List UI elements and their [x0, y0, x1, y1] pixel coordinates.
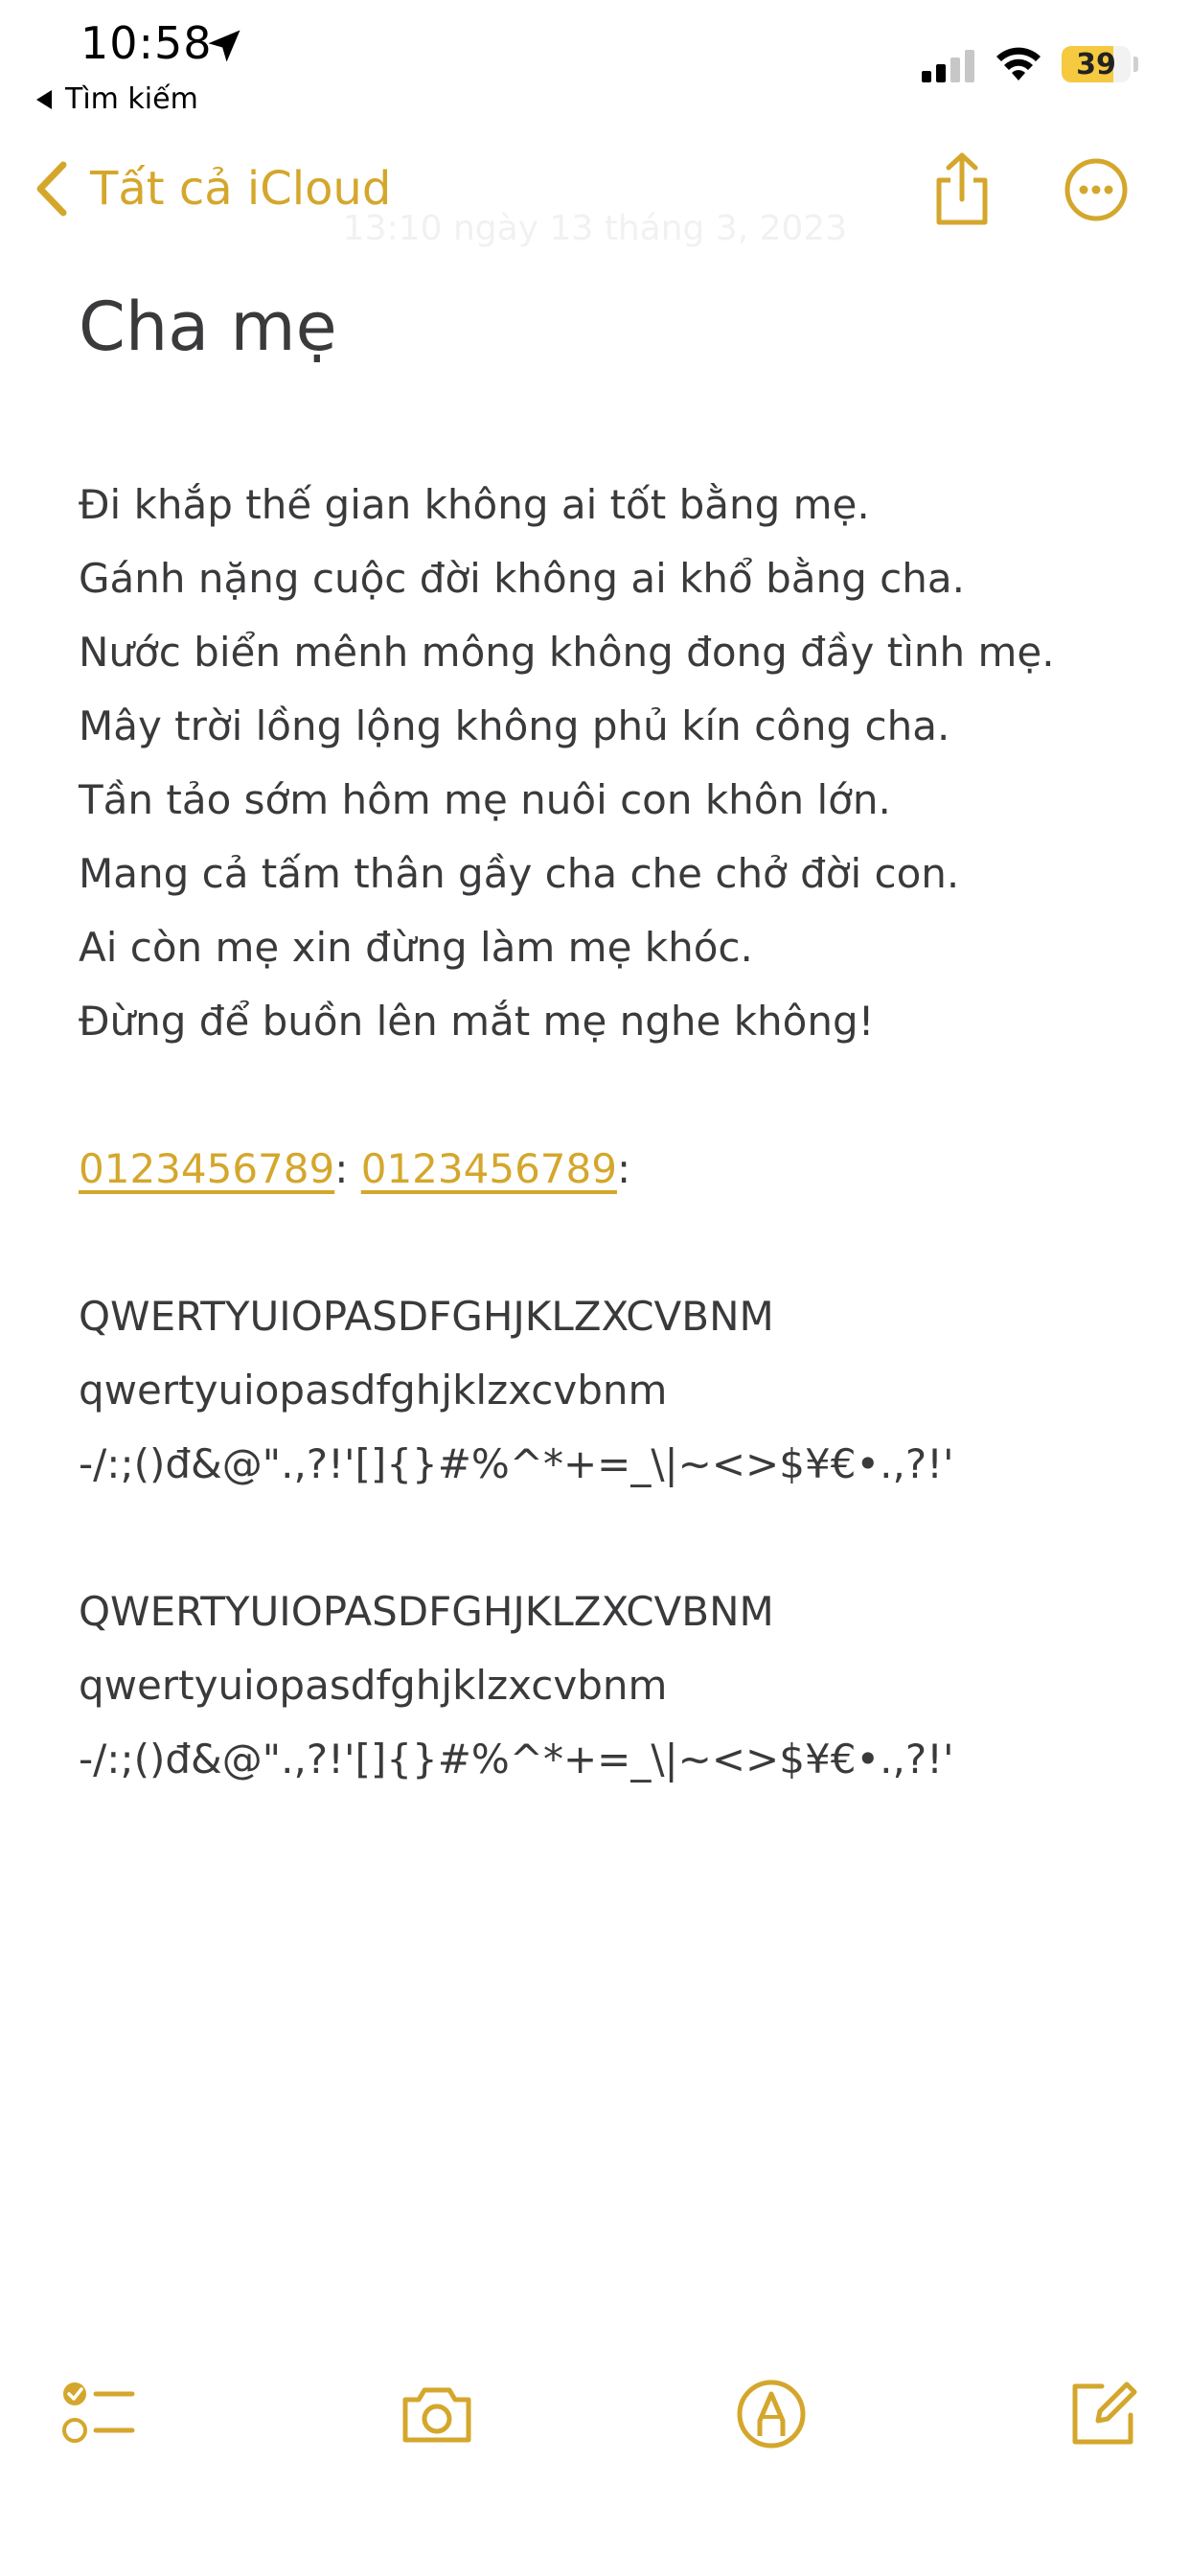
chevron-left-icon: [36, 161, 67, 217]
poem-line: Gánh nặng cuộc đời không ai khổ bằng cha…: [79, 555, 965, 602]
camera-icon: [402, 2387, 471, 2443]
phone-link-2[interactable]: 0123456789: [361, 1145, 617, 1192]
phone-end-colon: :: [616, 1145, 631, 1192]
uppercase-line: QWERTYUIOPASDFGHJKLZXCVBNM: [79, 1293, 774, 1340]
wifi-icon: [996, 47, 1041, 80]
battery-nub: [1133, 57, 1138, 72]
phone-separator: :: [334, 1145, 361, 1192]
poem-line: Mang cả tấm thân gầy cha che chở đời con…: [79, 850, 960, 897]
poem-line: Ai còn mẹ xin đừng làm mẹ khóc.: [79, 924, 753, 971]
lowercase-line: qwertyuiopasdfghjklzxcvbnm: [79, 1662, 668, 1709]
battery-indicator: 39: [1062, 46, 1131, 82]
camera-button[interactable]: [398, 2375, 476, 2453]
uppercase-line: QWERTYUIOPASDFGHJKLZXCVBNM: [79, 1588, 774, 1635]
lowercase-line: qwertyuiopasdfghjklzxcvbnm: [79, 1367, 668, 1414]
phone-link-1[interactable]: 0123456789: [79, 1145, 334, 1192]
poem-line: Đi khắp thế gian không ai tốt bằng mẹ.: [79, 481, 870, 528]
symbols-line: -/:;()đ&@".,?!'[]{}#%^*+=_\|~<>$¥€•.,?!': [79, 1736, 954, 1782]
note-title[interactable]: Cha mẹ: [79, 288, 337, 366]
poem-line: Mây trời lồng lộng không phủ kín công ch…: [79, 702, 950, 749]
checklist-button[interactable]: [59, 2375, 138, 2453]
back-app-label: Tìm kiếm: [65, 82, 198, 116]
markup-pen-icon: [737, 2380, 806, 2449]
phone-numbers-line: 0123456789: 0123456789:: [79, 1132, 1142, 1206]
checklist-icon: [62, 2382, 135, 2443]
battery-level: 39: [1076, 47, 1116, 81]
compose-icon: [1072, 2381, 1137, 2445]
cellular-signal-icon: [922, 50, 974, 82]
back-to-app-link[interactable]: Tìm kiếm: [36, 82, 198, 116]
compose-button[interactable]: [1064, 2375, 1142, 2453]
back-to-folder-button[interactable]: Tất cả iCloud: [33, 155, 391, 222]
symbols-line: -/:;()đ&@".,?!'[]{}#%^*+=_\|~<>$¥€•.,?!': [79, 1440, 954, 1487]
poem-line: Đừng để buồn lên mắt mẹ nghe không!: [79, 998, 875, 1045]
poem-line: Tần tảo sớm hôm mẹ nuôi con khôn lớn.: [79, 776, 891, 823]
location-arrow-icon: [208, 30, 240, 62]
status-time: 10:58: [80, 17, 213, 69]
note-body[interactable]: Đi khắp thế gian không ai tốt bằng mẹ. G…: [79, 468, 1142, 1796]
back-triangle-icon: [36, 89, 52, 109]
share-icon[interactable]: [931, 151, 993, 226]
more-options-icon[interactable]: [1064, 157, 1129, 222]
markup-button[interactable]: [732, 2375, 811, 2453]
back-label: Tất cả iCloud: [90, 162, 392, 216]
poem-line: Nước biển mênh mông không đong đầy tình …: [79, 629, 1055, 676]
